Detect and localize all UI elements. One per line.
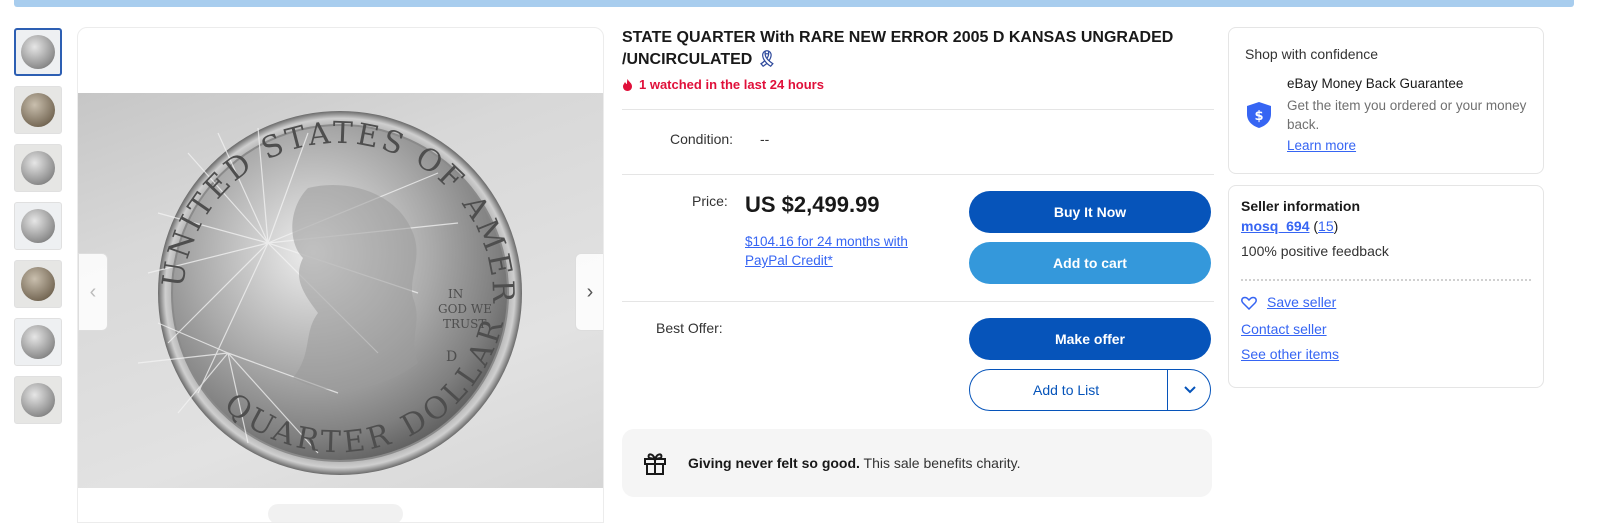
- credit-line-1: $104.16 for 24 months with: [745, 234, 908, 249]
- save-seller-link[interactable]: Save seller: [1241, 294, 1337, 311]
- thumbnail-5[interactable]: [14, 260, 62, 308]
- dotted-divider: [1241, 279, 1531, 281]
- shield-icon: $: [1245, 101, 1273, 129]
- condition-label: Condition:: [670, 131, 734, 147]
- charity-description: This sale benefits charity.: [859, 455, 1021, 471]
- quarter-coin-image: UNITED STATES OF AMERICA QUARTER DOLLAR …: [78, 93, 522, 475]
- price-label: Price:: [692, 193, 728, 209]
- make-offer-button[interactable]: Make offer: [969, 318, 1211, 360]
- gift-icon: [640, 448, 670, 478]
- coin-thumbnail: [21, 325, 55, 359]
- coin-thumbnail: [21, 151, 55, 185]
- save-seller-label: Save seller: [1267, 294, 1337, 310]
- condition-value: --: [760, 131, 770, 147]
- coin-motto-1: IN: [448, 287, 463, 301]
- contact-seller-link[interactable]: Contact seller: [1241, 321, 1327, 337]
- add-to-list-button[interactable]: Add to List: [969, 369, 1211, 411]
- next-image-button[interactable]: ›: [575, 253, 603, 331]
- credit-line-2: PayPal Credit*: [745, 253, 833, 268]
- seller-feedback-percent: 100% positive feedback: [1241, 243, 1389, 259]
- add-to-cart-button[interactable]: Add to cart: [969, 242, 1211, 284]
- ribbon-icon: 🎗: [756, 51, 778, 68]
- main-image-panel: UNITED STATES OF AMERICA QUARTER DOLLAR …: [77, 27, 604, 523]
- coin-motto-2: GOD WE: [438, 302, 492, 316]
- learn-more-link[interactable]: Learn more: [1287, 138, 1356, 153]
- charity-text: Giving never felt so good. This sale ben…: [688, 455, 1020, 471]
- coin-thumbnail: [21, 267, 55, 301]
- guarantee-body: Get the item you ordered or your money b…: [1287, 98, 1527, 132]
- seller-info-title: Seller information: [1241, 198, 1361, 214]
- chevron-down-icon[interactable]: [1168, 370, 1211, 410]
- seller-information-card: Seller information mosq_694 (15) 100% po…: [1228, 185, 1544, 388]
- heart-icon: [1241, 297, 1257, 311]
- watch-count-text: 1 watched in the last 24 hours: [639, 77, 824, 92]
- svg-text:$: $: [1254, 109, 1263, 124]
- thumbnail-1[interactable]: [14, 28, 62, 76]
- thumbnail-7[interactable]: [14, 376, 62, 424]
- thumbnail-2[interactable]: [14, 86, 62, 134]
- divider: [622, 301, 1214, 302]
- paypal-credit-link[interactable]: $104.16 for 24 months with PayPal Credit…: [745, 232, 945, 270]
- coin-thumbnail: [21, 209, 55, 243]
- top-accent-bar: [14, 0, 1574, 7]
- divider: [622, 174, 1214, 175]
- thumbnail-4[interactable]: [14, 202, 62, 250]
- coin-thumbnail: [21, 383, 55, 417]
- best-offer-label: Best Offer:: [656, 320, 723, 336]
- chevron-right-icon: ›: [586, 280, 594, 303]
- seller-line: mosq_694 (15): [1241, 218, 1339, 234]
- thumbnail-6[interactable]: [14, 318, 62, 366]
- thumbnail-3[interactable]: [14, 144, 62, 192]
- listing-title-text: STATE QUARTER With RARE NEW ERROR 2005 D…: [622, 29, 1174, 68]
- seller-name-link[interactable]: mosq_694: [1241, 218, 1309, 234]
- guarantee-headline: eBay Money Back Guarantee: [1287, 76, 1464, 91]
- price-value: US $2,499.99: [745, 192, 880, 217]
- chevron-left-icon: ‹: [89, 280, 97, 303]
- divider: [622, 109, 1214, 110]
- watch-alert: 1 watched in the last 24 hours: [622, 77, 1214, 92]
- coin-motto-3: TRUST: [443, 317, 486, 331]
- buy-it-now-button[interactable]: Buy It Now: [969, 191, 1211, 233]
- charity-banner: Giving never felt so good. This sale ben…: [622, 429, 1212, 497]
- image-pager-pill[interactable]: [268, 504, 403, 522]
- thumbnail-strip: [14, 28, 62, 434]
- coin-thumbnail: [21, 35, 55, 69]
- previous-image-button[interactable]: ‹: [78, 253, 108, 331]
- product-photo[interactable]: UNITED STATES OF AMERICA QUARTER DOLLAR …: [78, 93, 603, 488]
- add-to-list-label: Add to List: [1033, 382, 1100, 398]
- coin-thumbnail: [21, 93, 55, 127]
- charity-headline: Giving never felt so good.: [688, 455, 860, 471]
- see-other-items-link[interactable]: See other items: [1241, 346, 1339, 362]
- seller-feedback-count[interactable]: 15: [1318, 218, 1334, 234]
- listing-details: STATE QUARTER With RARE NEW ERROR 2005 D…: [622, 27, 1214, 497]
- listing-title: STATE QUARTER With RARE NEW ERROR 2005 D…: [622, 27, 1214, 71]
- confidence-title: Shop with confidence: [1245, 46, 1379, 62]
- coin-mint-mark: D: [446, 349, 457, 365]
- shop-with-confidence-card: Shop with confidence $ eBay Money Back G…: [1228, 27, 1544, 174]
- flame-icon: [623, 78, 632, 91]
